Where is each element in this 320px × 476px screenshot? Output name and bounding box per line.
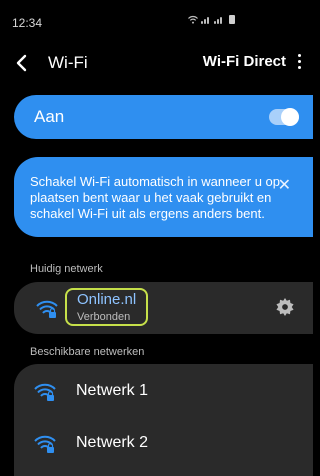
available-networks-label: Beschikbare netwerken — [30, 346, 145, 358]
more-options-button[interactable] — [294, 51, 304, 75]
network-name: Netwerk 1 — [76, 382, 149, 399]
network-row[interactable]: Netwerk 1 — [14, 368, 313, 418]
network-name: Netwerk 2 — [76, 434, 149, 451]
wifi-switch[interactable] — [269, 108, 299, 126]
page-title: Wi-Fi — [48, 53, 88, 72]
more-dot — [297, 54, 301, 57]
network-row[interactable]: Netwerk 2 — [14, 420, 313, 470]
status-icons — [188, 15, 235, 24]
wifi-toggle-label: Aan — [34, 107, 65, 126]
wifi-lock-icon — [34, 435, 56, 453]
current-network-label: Huidig netwerk — [30, 263, 103, 275]
available-networks-list: Netwerk 1 Netwerk 2 — [14, 364, 313, 476]
status-bar: 12:34 — [0, 0, 314, 36]
signal-icon-2 — [214, 17, 222, 24]
tip-card: Schakel Wi-Fi automatisch in wanneer u o… — [14, 157, 313, 237]
signal-icon — [201, 17, 209, 24]
wifi-lock-icon — [36, 300, 58, 318]
current-network-name: Online.nl — [77, 291, 137, 308]
status-time: 12:34 — [12, 16, 43, 30]
wifi-direct-button[interactable]: Wi-Fi Direct — [203, 53, 286, 70]
wifi-lock-icon — [34, 383, 56, 401]
wifi-status-icon — [188, 15, 198, 24]
back-button[interactable] — [10, 51, 34, 75]
battery-icon — [229, 15, 235, 24]
more-dot — [297, 66, 301, 69]
more-dot — [297, 60, 301, 63]
current-network-row[interactable]: Online.nl Verbonden — [14, 282, 313, 334]
current-network-status: Verbonden — [77, 311, 131, 323]
app-header: Wi-Fi Wi-Fi Direct — [0, 48, 314, 78]
switch-knob — [281, 108, 299, 126]
wifi-toggle-row[interactable]: Aan — [14, 95, 313, 139]
tip-text: Schakel Wi-Fi automatisch in wanneer u o… — [30, 174, 281, 221]
close-icon[interactable]: ✕ — [278, 175, 291, 195]
gear-icon[interactable] — [276, 298, 294, 316]
